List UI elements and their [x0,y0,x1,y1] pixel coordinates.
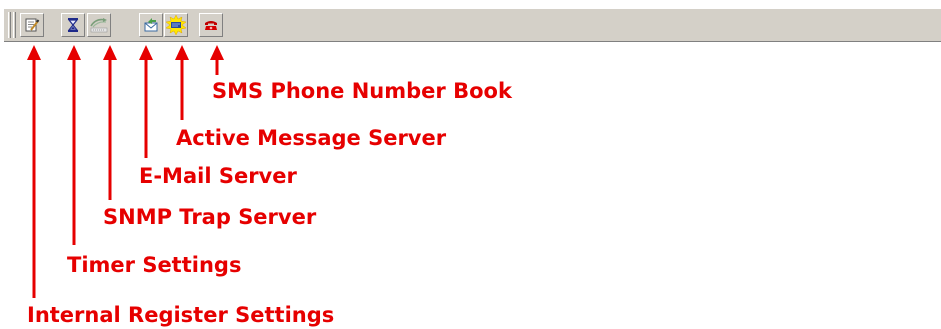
arrow-sms-phonebook [210,45,224,75]
label-active-message-server: Active Message Server [176,126,447,150]
arrow-snmp-trap [103,45,117,200]
label-internal-register-settings: Internal Register Settings [27,303,335,327]
label-sms-phone-number-book: SMS Phone Number Book [212,79,512,103]
arrow-timer [67,45,81,245]
label-e-mail-server: E-Mail Server [139,164,297,188]
arrow-email [139,45,153,158]
label-timer-settings: Timer Settings [67,253,242,277]
arrow-active-message [175,45,189,120]
label-snmp-trap-server: SNMP Trap Server [103,205,317,229]
arrow-internal-register [27,45,41,298]
